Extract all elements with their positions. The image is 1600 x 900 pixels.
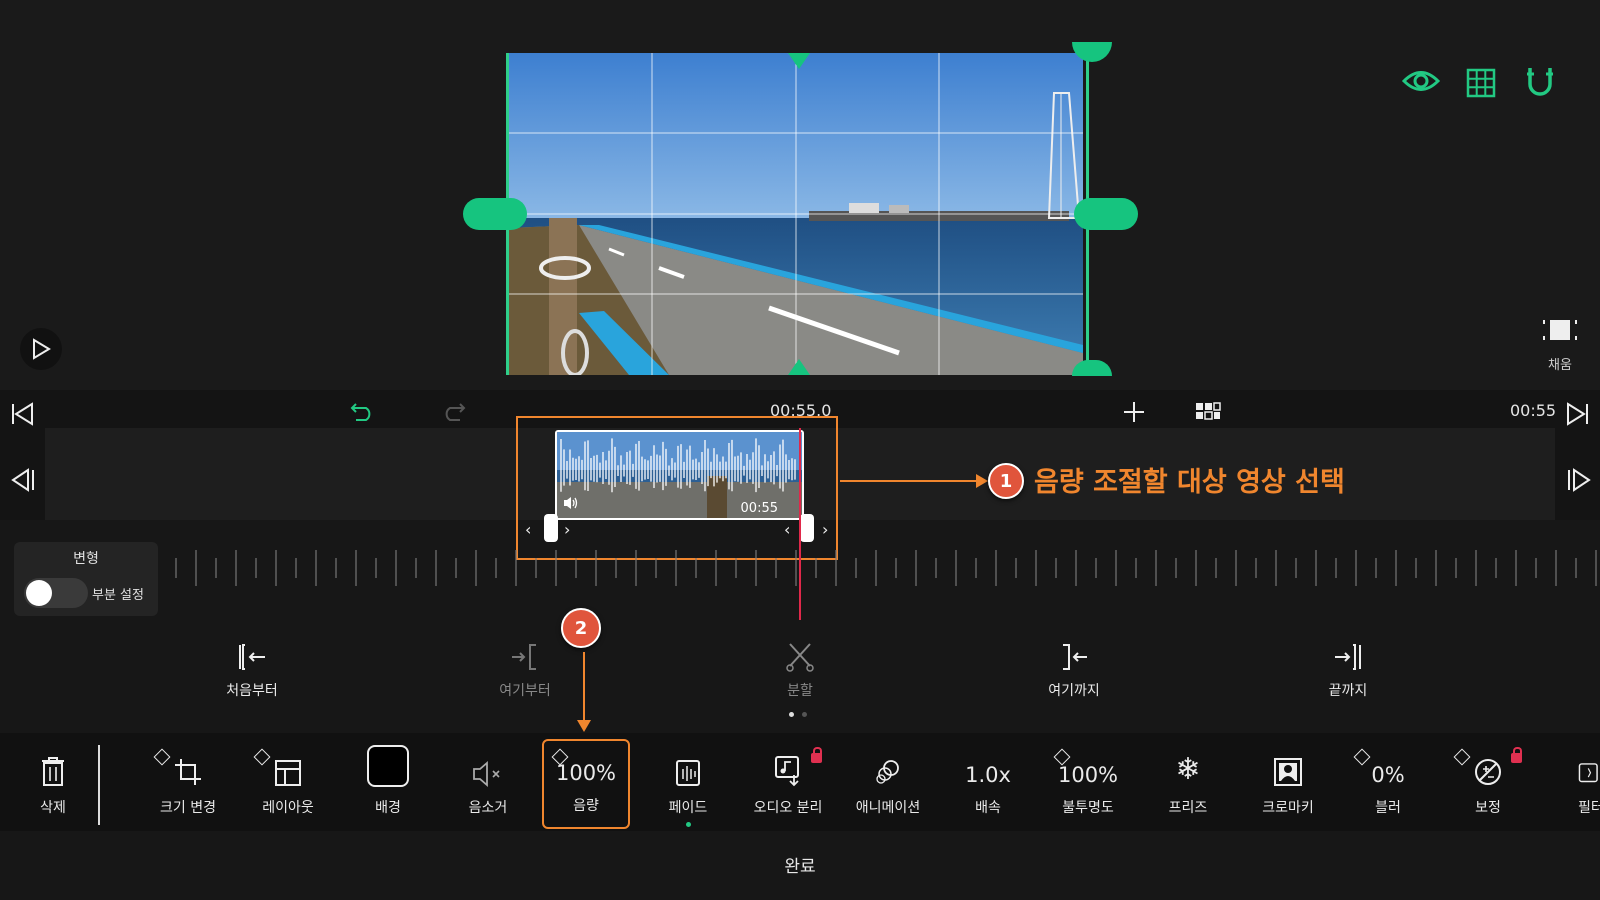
trim-from-start-icon (192, 640, 312, 674)
magnet-icon[interactable] (1526, 66, 1554, 102)
fill-label: 채움 (1548, 358, 1572, 373)
background-color-swatch (340, 733, 436, 787)
end-time: 00:55 (1510, 401, 1557, 420)
callout-number-1: 1 (988, 463, 1024, 499)
correction-button[interactable]: 보정 (1440, 733, 1536, 831)
volume-button[interactable]: 100% 음량 (542, 739, 630, 829)
multi-select-icon[interactable] (1195, 402, 1221, 424)
blur-value: 0% (1371, 763, 1405, 787)
trim-from-here-button[interactable]: 여기부터 (465, 640, 585, 700)
video-frame-image (509, 53, 1083, 375)
done-button[interactable]: 완료 (740, 852, 860, 877)
filter-icon (1540, 733, 1600, 787)
resize-handle-bottom[interactable] (788, 359, 810, 375)
resize-handle-left[interactable] (463, 198, 527, 230)
trim-to-here-button[interactable]: 여기까지 (1014, 640, 1134, 700)
chroma-key-icon (1240, 733, 1336, 787)
lock-icon (811, 747, 822, 763)
animation-icon (840, 733, 936, 787)
fade-button[interactable]: 페이드 (640, 733, 736, 831)
opacity-value: 100% (1057, 763, 1119, 787)
crop-icon (140, 733, 236, 787)
next-frame-icon[interactable] (1566, 468, 1592, 496)
skip-to-start-icon[interactable] (10, 402, 36, 430)
transform-panel: 변형 부분 설정 (14, 542, 158, 616)
transform-title: 변형 (73, 551, 99, 567)
trim-to-end-button[interactable]: 끝까지 (1288, 640, 1408, 700)
playhead[interactable] (799, 428, 801, 620)
edit-toolbar: 삭제 크기 변경 레이아웃 배경 음소거 100% 음량 페이드 오디오 분리 … (0, 733, 1600, 831)
undo-icon[interactable] (350, 400, 376, 426)
trash-icon (5, 733, 101, 787)
blur-button[interactable]: 0% 블러 (1340, 733, 1436, 831)
highlight-box-clip (516, 416, 838, 560)
add-icon[interactable] (1122, 400, 1146, 428)
scissors-icon (740, 640, 860, 674)
skip-to-end-icon[interactable] (1564, 402, 1590, 430)
delete-button[interactable]: 삭제 (5, 733, 101, 831)
play-button[interactable] (20, 328, 62, 370)
callout-text-1: 음량 조절할 대상 영상 선택 (1034, 467, 1345, 498)
partial-setting-toggle[interactable] (24, 578, 88, 608)
toggle-knob (26, 580, 52, 606)
background-button[interactable]: 배경 (340, 733, 436, 831)
trim-from-here-icon (465, 640, 585, 674)
trim-from-start-button[interactable]: 처음부터 (192, 640, 312, 700)
fade-icon (640, 733, 736, 787)
mute-icon (440, 733, 536, 787)
callout-arrow-head (976, 474, 988, 488)
lock-icon (1511, 747, 1522, 763)
audio-split-button[interactable]: 오디오 분리 (740, 733, 836, 831)
page-indicator-dot (802, 712, 807, 717)
filter-button[interactable]: 필터 (1540, 733, 1600, 831)
resize-button[interactable]: 크기 변경 (140, 733, 236, 831)
speed-value: 1.0x (965, 763, 1011, 787)
redo-icon[interactable] (440, 400, 466, 426)
active-indicator-dot (685, 822, 691, 827)
fill-button[interactable]: 채움 (1532, 316, 1588, 373)
trim-to-here-icon (1014, 640, 1134, 674)
trim-to-end-icon (1288, 640, 1408, 674)
fill-icon (1543, 320, 1577, 340)
snowflake-icon: ❄ (1175, 752, 1201, 787)
page-indicator-dot-active (789, 712, 794, 717)
resize-handle-top[interactable] (788, 53, 810, 69)
speed-button[interactable]: 1.0x 배속 (940, 733, 1036, 831)
grid-icon[interactable] (1466, 68, 1496, 102)
eye-icon[interactable] (1401, 66, 1441, 100)
opacity-button[interactable]: 100% 불투명도 (1040, 733, 1136, 831)
timeline-ruler (175, 550, 1597, 586)
prev-frame-icon[interactable] (10, 468, 36, 496)
resize-handle-right[interactable] (1074, 198, 1138, 230)
video-preview[interactable] (509, 53, 1083, 375)
layout-button[interactable]: 레이아웃 (240, 733, 336, 831)
partial-setting-label: 부분 설정 (92, 588, 144, 603)
callout-arrow-line (840, 480, 980, 482)
split-button[interactable]: 분할 (740, 640, 860, 700)
mute-button[interactable]: 음소거 (440, 733, 536, 831)
toolbar-divider (98, 745, 100, 825)
chroma-key-button[interactable]: 크로마키 (1240, 733, 1336, 831)
layout-icon (240, 733, 336, 787)
animation-button[interactable]: 애니메이션 (840, 733, 936, 831)
callout-arrow-head-2 (577, 720, 591, 732)
freeze-button[interactable]: ❄ 프리즈 (1140, 733, 1236, 831)
play-icon (33, 338, 51, 360)
